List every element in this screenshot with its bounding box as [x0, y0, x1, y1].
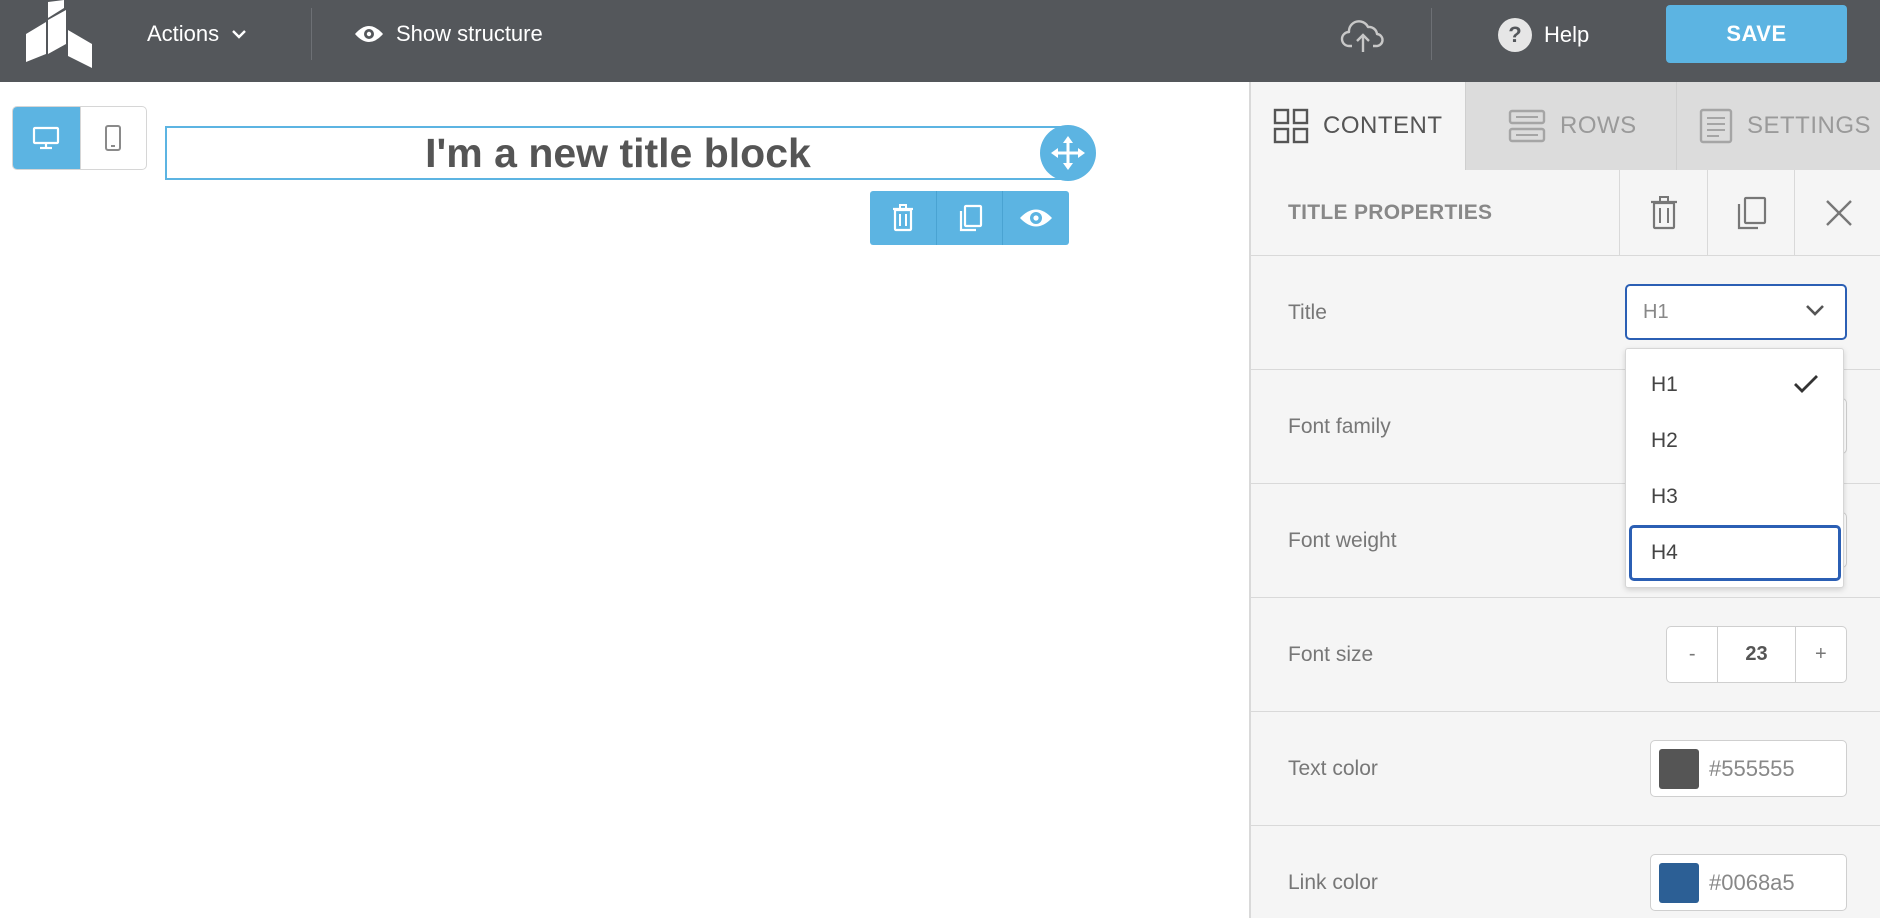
chevron-down-icon	[1805, 304, 1825, 316]
font-size-row: Font size - 23 +	[1251, 598, 1880, 712]
title-block[interactable]: I'm a new title block	[165, 126, 1071, 180]
text-color-row: Text color #555555	[1251, 712, 1880, 826]
text-color-picker[interactable]: #555555	[1650, 740, 1847, 797]
tab-settings[interactable]: SETTINGS	[1676, 82, 1880, 170]
link-color-picker[interactable]: #0068a5	[1650, 854, 1847, 911]
font-size-increment-button[interactable]: +	[1796, 627, 1846, 682]
desktop-view-button[interactable]	[13, 107, 80, 169]
link-color-label: Link color	[1288, 870, 1378, 894]
title-level-value: H1	[1643, 300, 1669, 323]
actions-menu[interactable]: Actions	[147, 18, 247, 50]
title-block-text[interactable]: I'm a new title block	[425, 130, 811, 177]
duplicate-block-button[interactable]	[1706, 170, 1795, 255]
title-level-dropdown: H1 H2 H3 H4	[1625, 348, 1844, 588]
block-duplicate-button[interactable]	[935, 191, 1003, 245]
dropdown-option-label: H2	[1651, 429, 1678, 452]
help-label: Help	[1544, 22, 1590, 47]
dropdown-option-h1[interactable]: H1	[1629, 357, 1841, 413]
actions-label: Actions	[147, 21, 220, 46]
trash-icon	[1649, 195, 1679, 230]
mobile-icon	[104, 124, 122, 152]
tab-settings-label: SETTINGS	[1747, 112, 1872, 139]
close-icon	[1824, 198, 1854, 228]
chevron-down-icon	[231, 29, 247, 39]
trash-icon	[891, 204, 915, 232]
block-toolbar	[870, 191, 1069, 245]
properties-title: TITLE PROPERTIES	[1288, 200, 1493, 224]
dropdown-option-h2[interactable]: H2	[1629, 413, 1841, 469]
properties-header: TITLE PROPERTIES	[1251, 170, 1880, 256]
text-color-value[interactable]: #555555	[1709, 756, 1795, 782]
font-weight-label: Font weight	[1288, 528, 1397, 552]
dropdown-option-h3[interactable]: H3	[1629, 469, 1841, 525]
grid-icon	[1273, 108, 1323, 144]
dropdown-option-label: H4	[1651, 541, 1678, 564]
block-preview-button[interactable]	[1002, 191, 1069, 245]
topbar-divider	[1431, 8, 1432, 60]
topbar-divider	[311, 8, 312, 60]
link-color-row: Link color #0068a5	[1251, 826, 1880, 918]
desktop-icon	[32, 126, 60, 150]
duplicate-icon	[957, 204, 983, 232]
dropdown-option-label: H1	[1651, 373, 1678, 396]
eye-icon	[1019, 207, 1053, 229]
delete-block-button[interactable]	[1619, 170, 1707, 255]
link-color-swatch[interactable]	[1659, 862, 1699, 903]
tab-content-label: CONTENT	[1323, 112, 1443, 139]
font-size-decrement-button[interactable]: -	[1667, 627, 1717, 682]
show-structure-toggle[interactable]: Show structure	[354, 18, 543, 50]
title-label: Title	[1288, 300, 1327, 324]
checkmark-icon	[1793, 373, 1819, 395]
title-level-select[interactable]: H1	[1625, 284, 1847, 340]
settings-doc-icon	[1699, 108, 1747, 144]
app-logo[interactable]	[18, 0, 98, 72]
dropdown-option-label: H3	[1651, 485, 1678, 508]
duplicate-icon	[1735, 196, 1767, 230]
show-structure-label: Show structure	[396, 21, 543, 46]
link-color-value[interactable]: #0068a5	[1709, 870, 1795, 896]
help-button[interactable]: ? Help	[1498, 18, 1589, 52]
save-button[interactable]: SAVE	[1666, 5, 1847, 63]
move-handle-icon[interactable]	[1040, 125, 1096, 181]
font-size-stepper: - 23 +	[1666, 626, 1847, 683]
dropdown-option-h4[interactable]: H4	[1629, 525, 1841, 581]
tab-rows-label: ROWS	[1560, 112, 1637, 139]
top-bar: Actions Show structure ? Help SAVE	[0, 0, 1880, 82]
font-size-label: Font size	[1288, 642, 1374, 666]
rows-icon	[1508, 108, 1560, 144]
cloud-upload-icon[interactable]	[1340, 16, 1386, 56]
help-icon: ?	[1498, 18, 1532, 52]
tab-content[interactable]: CONTENT	[1251, 82, 1465, 170]
font-family-label: Font family	[1288, 414, 1391, 438]
mobile-view-button[interactable]	[79, 107, 147, 169]
block-delete-button[interactable]	[870, 191, 936, 245]
close-panel-button[interactable]	[1794, 170, 1880, 255]
text-color-label: Text color	[1288, 756, 1378, 780]
tab-rows[interactable]: ROWS	[1465, 82, 1676, 170]
font-size-value[interactable]: 23	[1717, 627, 1796, 682]
device-preview-toggle	[12, 106, 147, 170]
text-color-swatch[interactable]	[1659, 748, 1699, 789]
eye-icon	[354, 24, 396, 44]
panel-tabs: CONTENT ROWS SETTINGS	[1251, 82, 1880, 170]
